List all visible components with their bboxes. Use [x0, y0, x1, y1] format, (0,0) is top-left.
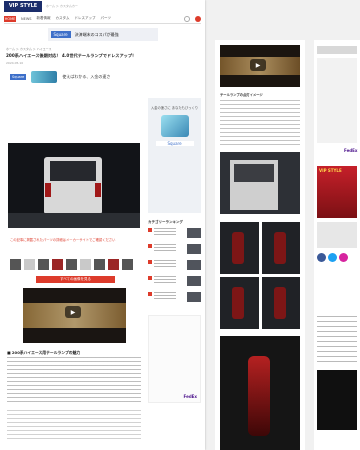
tail-lamp-photo[interactable]: [261, 277, 300, 329]
sidebar-page: FedEx VIP STYLE: [314, 40, 360, 450]
article-title: 200系ハイエース後期対応！ 4.0世代テールランプでドレスアップ！: [6, 53, 137, 58]
facebook-icon[interactable]: [317, 253, 326, 262]
thumbnail[interactable]: [66, 259, 77, 270]
video-player[interactable]: ▶: [23, 288, 126, 343]
thumbnail[interactable]: [80, 259, 91, 270]
banner-text: 決済端末のコスパが最強: [74, 31, 119, 37]
thumbnail[interactable]: [108, 259, 119, 270]
phone-image: [160, 114, 189, 137]
square-banner-ad[interactable]: Square 決済端末のコスパが最強: [47, 28, 158, 41]
sidebar-ad-space[interactable]: [317, 58, 357, 143]
mid-ad-text: 使えばわかる、入金の速さ: [62, 73, 111, 79]
gallery-page: ▶ テールランプの点灯イメージ: [215, 40, 305, 450]
ground: [8, 213, 140, 228]
square-logo: Square: [10, 73, 27, 80]
gallery-text-lines: [220, 100, 300, 148]
magazine-cover[interactable]: VIP STYLE: [317, 166, 357, 218]
tail-lamp-photo[interactable]: [261, 222, 300, 274]
twitter-icon[interactable]: [328, 253, 337, 262]
rank-number: [148, 292, 152, 296]
tail-lamp-left: [45, 183, 51, 197]
rank-thumb: [187, 292, 201, 302]
rank-thumb: [187, 244, 201, 254]
section-heading: ■ 200系ハイエース用テールランプの魅力: [7, 350, 81, 355]
site-logo[interactable]: VIP STYLE: [4, 0, 42, 12]
rank-thumb: [187, 260, 201, 270]
play-icon[interactable]: ▶: [65, 306, 81, 318]
rank-thumb: [187, 276, 201, 286]
article-page: VIP STYLE ホーム ＞ カスタムカー HOME NEWS 新着情報 カス…: [0, 0, 205, 450]
tail-lamp-photo[interactable]: [220, 277, 259, 329]
nav-item-dressup[interactable]: ドレスアップ: [75, 16, 96, 21]
sidebar-ad-brand: Square: [155, 140, 194, 146]
rank-text: [154, 228, 176, 237]
nav-item-custom[interactable]: カスタム: [56, 16, 70, 21]
sidebar-list[interactable]: [317, 316, 357, 366]
thumbnail[interactable]: [24, 259, 35, 270]
ranking-item[interactable]: [148, 244, 201, 257]
rank-number: [148, 260, 152, 264]
thumbnail[interactable]: [52, 259, 63, 270]
body-text-lines: [7, 410, 141, 440]
fedex-logo: FedEx: [344, 148, 358, 153]
rank-number: [148, 244, 152, 248]
card-reader-image: [31, 70, 58, 83]
rank-thumb: [187, 228, 201, 238]
top-breadcrumb: ホーム ＞ カスタムカー: [46, 4, 78, 8]
gallery-caption: テールランプの点灯イメージ: [220, 93, 263, 97]
magazine-title: VIP STYLE: [319, 168, 342, 173]
sidebar-dark-ad[interactable]: [317, 370, 357, 430]
nav-item-home[interactable]: HOME: [4, 15, 16, 22]
red-note: この記事に掲載されたパーツの詳細はメーカーサイトでご確認ください: [10, 238, 116, 242]
sidebar-block: [317, 222, 357, 248]
thumbnail[interactable]: [94, 259, 105, 270]
nav-item-news[interactable]: NEWS: [21, 17, 32, 21]
rank-text: [154, 244, 176, 253]
thumbnail[interactable]: [38, 259, 49, 270]
fedex-logo: FedEx: [183, 394, 197, 399]
hero-image[interactable]: [8, 143, 140, 228]
breadcrumb[interactable]: ホーム ＞ カスタム ＞ ハイエース: [6, 47, 199, 51]
sidebar-ad-fedex[interactable]: FedEx: [148, 315, 201, 403]
global-nav: HOME NEWS 新着情報 カスタム ドレスアップ パーツ: [4, 14, 201, 24]
video-thumbnail[interactable]: ▶: [220, 45, 300, 87]
body-text-lines: [7, 357, 141, 405]
view-all-images-button[interactable]: すべての画像を見る: [36, 276, 115, 283]
van-photo[interactable]: [220, 152, 300, 214]
tail-lamp-photo-grid: [220, 222, 300, 329]
thumbnail-strip: [10, 259, 133, 270]
tail-lamp-photo[interactable]: [220, 222, 259, 274]
site-header: VIP STYLE ホーム ＞ カスタムカー: [0, 0, 205, 12]
rank-text: [154, 292, 176, 301]
square-logo: Square: [50, 31, 71, 38]
social-icons: [317, 253, 348, 262]
van-window: [50, 161, 96, 181]
ranking-title: カテゴリーランキング: [148, 220, 183, 224]
screenshot-stage: VIP STYLE ホーム ＞ カスタムカー HOME NEWS 新着情報 カス…: [0, 0, 360, 450]
ranking-item[interactable]: [148, 292, 201, 305]
tail-lamp-closeup[interactable]: [220, 336, 300, 450]
van-window: [234, 164, 274, 182]
nav-item-parts[interactable]: パーツ: [101, 16, 111, 21]
rank-number: [148, 276, 152, 280]
rank-text: [154, 260, 176, 269]
sidebar-ad-head: 入金の速さに あなたもびっくり: [150, 106, 199, 110]
article-date: 2024.05.10: [6, 60, 24, 65]
thumbnail[interactable]: [10, 259, 21, 270]
sidebar-ad[interactable]: 入金の速さに あなたもびっくり Square: [148, 98, 201, 213]
tail-lamp-right: [95, 183, 101, 197]
rank-text: [154, 276, 176, 285]
rank-number: [148, 228, 152, 232]
search-icon[interactable]: [184, 15, 190, 22]
nav-item-new[interactable]: 新着情報: [37, 16, 51, 21]
play-icon[interactable]: ▶: [250, 59, 266, 71]
sidebar-block: [317, 46, 357, 54]
ranking-item[interactable]: [148, 276, 201, 289]
ranking-item[interactable]: [148, 228, 201, 241]
mid-ad[interactable]: Square 使えばわかる、入金の速さ: [10, 70, 195, 84]
thumbnail[interactable]: [122, 259, 133, 270]
menu-icon[interactable]: [195, 15, 201, 22]
ranking-item[interactable]: [148, 260, 201, 273]
instagram-icon[interactable]: [339, 253, 348, 262]
